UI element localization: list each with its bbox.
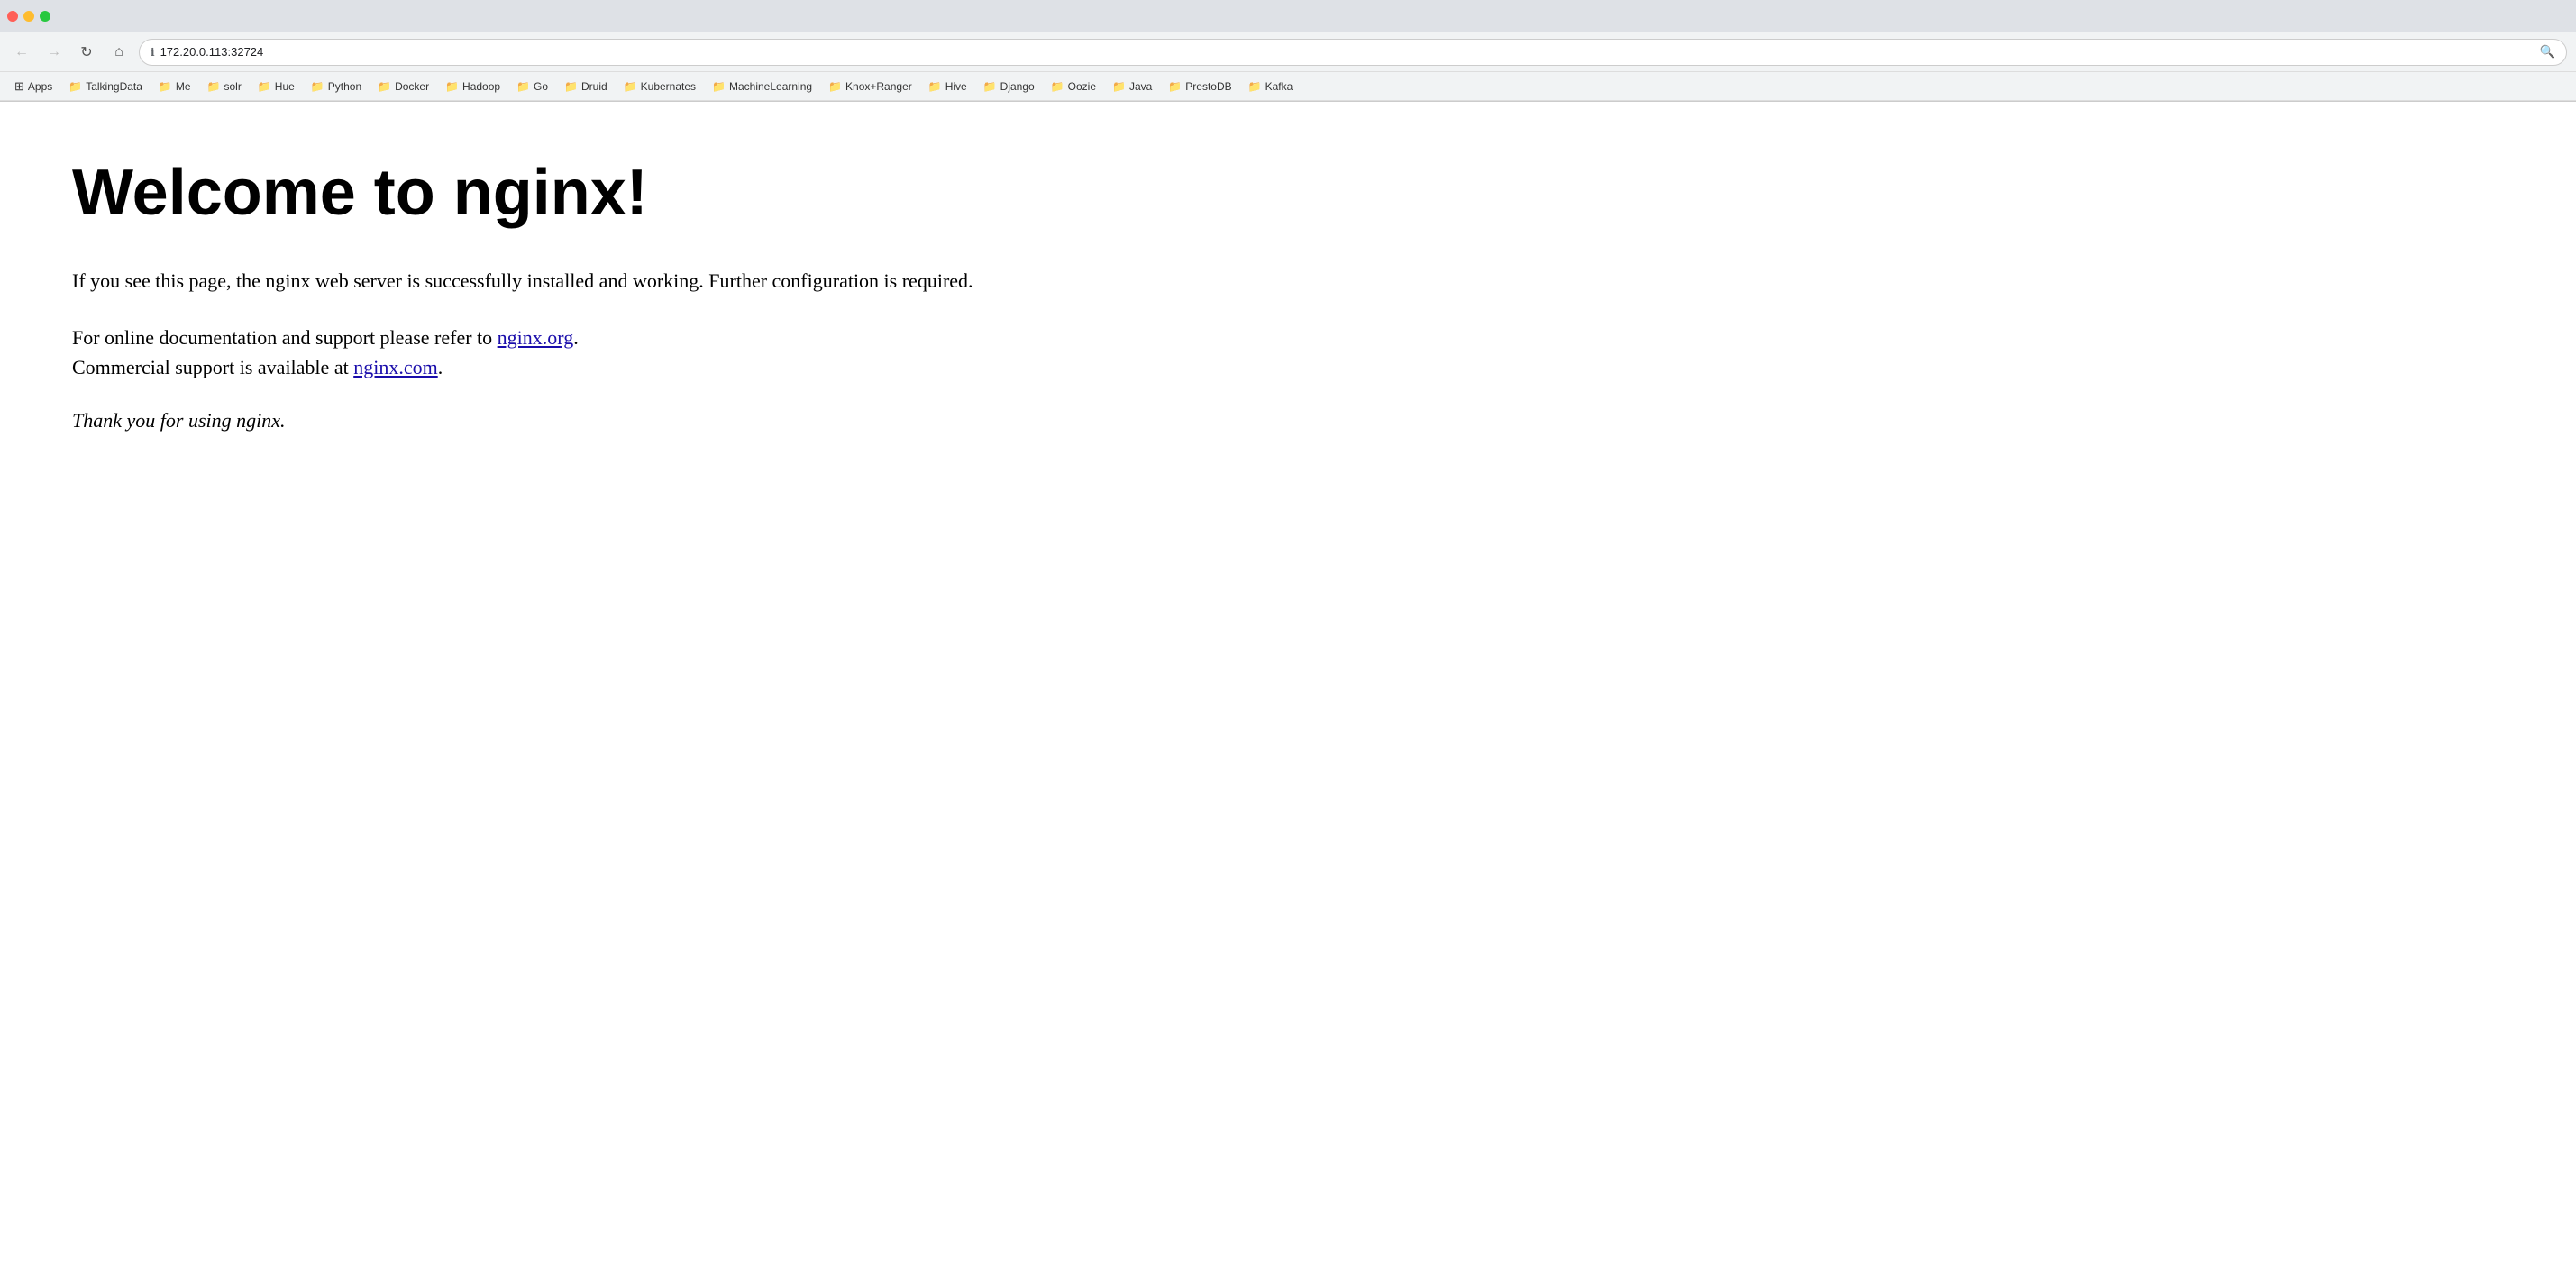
bookmark-label: Python	[328, 80, 361, 93]
bookmark-apps-label: Apps	[28, 80, 52, 93]
bookmarks-bar: ⊞ Apps 📁 TalkingData 📁 Me 📁 solr 📁 Hue 📁…	[0, 72, 2576, 101]
folder-icon: 📁	[1168, 80, 1182, 93]
bookmark-label: PrestoDB	[1185, 80, 1231, 93]
folder-icon: 📁	[311, 80, 324, 93]
para2-before-text: For online documentation and support ple…	[72, 326, 492, 349]
page-content: Welcome to nginx! If you see this page, …	[0, 102, 2576, 1275]
bookmark-label: Django	[1000, 80, 1035, 93]
address-bar[interactable]: ℹ 172.20.0.113:32724 🔍	[139, 39, 2567, 66]
browser-chrome: ← → ↻ ⌂ ℹ 172.20.0.113:32724 🔍 ⊞ Apps 📁 …	[0, 0, 2576, 102]
paragraph-1: If you see this page, the nginx web serv…	[72, 266, 2504, 296]
bookmark-label: Go	[534, 80, 548, 93]
bookmark-docker[interactable]: 📁 Docker	[370, 77, 436, 96]
bookmark-apps[interactable]: ⊞ Apps	[7, 77, 59, 96]
bookmark-label: Druid	[581, 80, 607, 93]
folder-icon: 📁	[983, 80, 997, 93]
bookmark-talkingdata[interactable]: 📁 TalkingData	[61, 77, 150, 96]
folder-icon: 📁	[928, 80, 942, 93]
bookmark-label: Docker	[395, 80, 429, 93]
bookmark-label: Hive	[945, 80, 967, 93]
bookmark-label: Oozie	[1068, 80, 1096, 93]
folder-icon: 📁	[516, 80, 530, 93]
close-button[interactable]	[7, 11, 18, 22]
bookmark-label: MachineLearning	[729, 80, 812, 93]
para2-line2-before: Commercial support is available at	[72, 356, 349, 378]
titlebar	[0, 0, 2576, 32]
folder-icon: 📁	[69, 80, 82, 93]
bookmark-knox-ranger[interactable]: 📁 Knox+Ranger	[821, 77, 919, 96]
folder-icon: 📁	[445, 80, 459, 93]
paragraph-3: Thank you for using nginx.	[72, 409, 2504, 433]
folder-icon: 📁	[712, 80, 726, 93]
bookmark-hive[interactable]: 📁 Hive	[921, 77, 974, 96]
forward-button[interactable]: →	[41, 40, 67, 65]
bookmark-druid[interactable]: 📁 Druid	[557, 77, 615, 96]
security-icon: ℹ	[151, 46, 155, 59]
bookmark-prestodb[interactable]: 📁 PrestoDB	[1161, 77, 1238, 96]
bookmark-label: Knox+Ranger	[845, 80, 912, 93]
bookmark-kubernates[interactable]: 📁 Kubernates	[617, 77, 703, 96]
back-button[interactable]: ←	[9, 40, 34, 65]
folder-icon: 📁	[159, 80, 172, 93]
page-title: Welcome to nginx!	[72, 156, 2504, 230]
bookmark-oozie[interactable]: 📁 Oozie	[1044, 77, 1103, 96]
bookmark-hue[interactable]: 📁 Hue	[251, 77, 302, 96]
search-icon: 🔍	[2540, 44, 2555, 59]
bookmark-machinelearning[interactable]: 📁 MachineLearning	[705, 77, 819, 96]
bookmark-python[interactable]: 📁 Python	[304, 77, 369, 96]
home-button[interactable]: ⌂	[106, 40, 132, 65]
folder-icon: 📁	[207, 80, 221, 93]
bookmark-label: Kubernates	[641, 80, 696, 93]
bookmark-label: Java	[1129, 80, 1152, 93]
bookmark-label: Kafka	[1265, 80, 1293, 93]
folder-icon: 📁	[258, 80, 271, 93]
folder-icon: 📁	[564, 80, 578, 93]
folder-icon: 📁	[1248, 80, 1262, 93]
bookmark-kafka[interactable]: 📁 Kafka	[1241, 77, 1301, 96]
para2-line2-after: .	[438, 356, 443, 378]
bookmark-label: Me	[176, 80, 191, 93]
navigation-bar: ← → ↻ ⌂ ℹ 172.20.0.113:32724 🔍	[0, 32, 2576, 72]
folder-icon: 📁	[828, 80, 842, 93]
apps-grid-icon: ⊞	[14, 79, 24, 94]
paragraph-2: For online documentation and support ple…	[72, 323, 2504, 382]
reload-button[interactable]: ↻	[74, 40, 99, 65]
folder-icon: 📁	[378, 80, 391, 93]
bookmark-django[interactable]: 📁 Django	[976, 77, 1042, 96]
folder-icon: 📁	[1112, 80, 1126, 93]
bookmark-hadoop[interactable]: 📁 Hadoop	[438, 77, 507, 96]
bookmark-label: TalkingData	[86, 80, 142, 93]
bookmark-label: Hadoop	[462, 80, 500, 93]
bookmark-solr[interactable]: 📁 solr	[200, 77, 249, 96]
url-text: 172.20.0.113:32724	[160, 45, 264, 59]
nginx-com-link[interactable]: nginx.com	[353, 356, 438, 378]
bookmark-java[interactable]: 📁 Java	[1105, 77, 1159, 96]
minimize-button[interactable]	[23, 11, 34, 22]
nginx-org-link[interactable]: nginx.org	[498, 326, 574, 349]
bookmark-go[interactable]: 📁 Go	[509, 77, 555, 96]
bookmark-label: solr	[224, 80, 242, 93]
folder-icon: 📁	[624, 80, 637, 93]
folder-icon: 📁	[1051, 80, 1064, 93]
bookmark-me[interactable]: 📁 Me	[151, 77, 198, 96]
maximize-button[interactable]	[40, 11, 50, 22]
para2-period: .	[573, 326, 579, 349]
bookmark-label: Hue	[275, 80, 295, 93]
